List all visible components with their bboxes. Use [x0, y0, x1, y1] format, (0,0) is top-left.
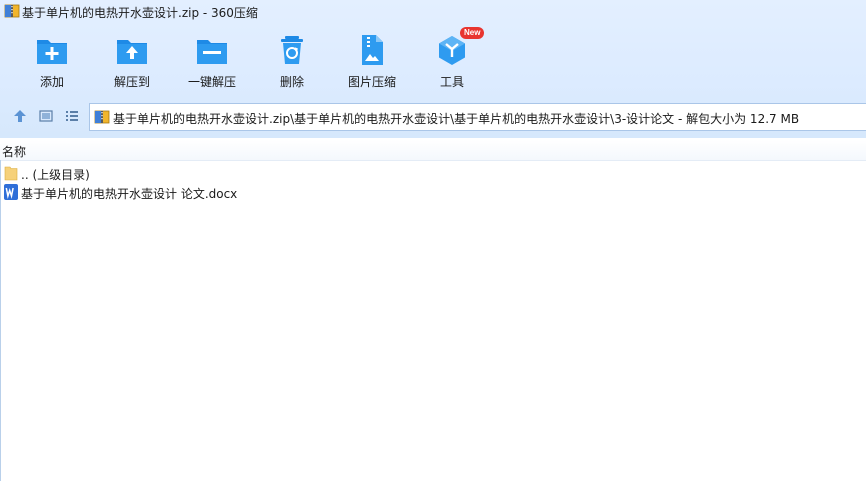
list-left-border — [0, 160, 1, 481]
add-label: 添加 — [39, 75, 64, 89]
tools-label: 工具 — [439, 75, 464, 89]
address-bar[interactable]: 基于单片机的电热开水壶设计.zip\基于单片机的电热开水壶设计\基于单片机的电热… — [89, 103, 866, 131]
extract-to-icon — [117, 40, 147, 64]
delete-label: 删除 — [279, 75, 304, 89]
zip-archive-icon — [94, 110, 110, 124]
up-arrow-icon[interactable] — [12, 108, 28, 124]
list-item-parent-dir[interactable]: .. (上级目录) — [0, 164, 866, 182]
list-view-icon[interactable] — [64, 108, 80, 124]
image-compress-button[interactable]: 图片压缩 — [332, 30, 412, 92]
tools-button[interactable]: New 工具 — [412, 27, 492, 92]
extract-to-label: 解压到 — [113, 75, 150, 89]
navigation-bar: 基于单片机的电热开水壶设计.zip\基于单片机的电热开水壶设计\基于单片机的电热… — [0, 102, 866, 132]
one-click-extract-label: 一键解压 — [187, 75, 236, 89]
list-item-docx[interactable]: 基于单片机的电热开水壶设计 论文.docx — [0, 183, 866, 201]
title-bar: 基于单片机的电热开水壶设计.zip - 360压缩 — [0, 0, 866, 22]
image-compress-label: 图片压缩 — [347, 75, 396, 89]
toolbar: 添加 解压到 一键解压 删除 图片压缩 New 工具 — [0, 27, 866, 94]
address-path: 基于单片机的电热开水壶设计.zip\基于单片机的电热开水壶设计\基于单片机的电热… — [113, 112, 800, 126]
add-button[interactable]: 添加 — [12, 30, 92, 92]
image-compress-icon — [362, 35, 383, 65]
column-header-label: 名称 — [2, 145, 27, 159]
column-header-name[interactable]: 名称 — [0, 140, 866, 161]
extract-to-button[interactable]: 解压到 — [92, 30, 172, 92]
folder-icon — [4, 166, 18, 181]
word-doc-icon — [4, 184, 18, 200]
list-item-name: 基于单片机的电热开水壶设计 论文.docx — [21, 187, 238, 201]
recycle-bin-icon — [281, 36, 303, 64]
thumbnail-view-icon[interactable] — [38, 108, 54, 124]
new-badge: New — [460, 27, 485, 39]
delete-button[interactable]: 删除 — [252, 30, 332, 92]
one-click-extract-icon — [197, 40, 227, 64]
add-folder-icon — [37, 40, 67, 64]
archive-app-icon — [4, 4, 20, 18]
window-chrome: 基于单片机的电热开水壶设计.zip - 360压缩 添加 解压到 一键解压 删除… — [0, 0, 866, 138]
window-title: 基于单片机的电热开水壶设计.zip - 360压缩 — [22, 6, 258, 20]
one-click-extract-button[interactable]: 一键解压 — [172, 30, 252, 92]
list-item-name: .. (上级目录) — [21, 168, 90, 182]
